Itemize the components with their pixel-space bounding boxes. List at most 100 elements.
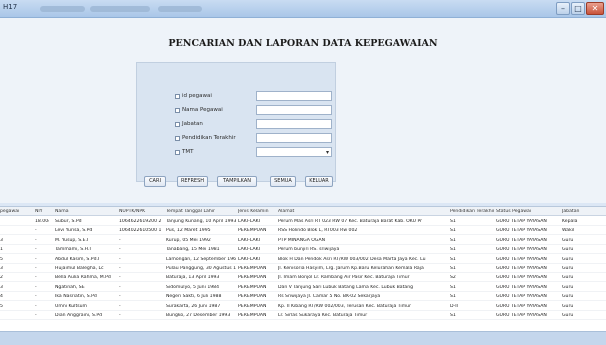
title-blur-segment	[158, 6, 202, 12]
table-cell: LAKI-LAKI	[238, 247, 261, 253]
filter-pendidikan-terakhir[interactable]: Pendidikan Terakhir	[175, 135, 236, 141]
keluar-button[interactable]: KELUAR	[305, 176, 333, 187]
filter-label: Jabatan	[182, 121, 203, 127]
table-row[interactable]: 3 - Ngatinah, SE - Sidomulyo, 5 Juni 1984 PER…	[0, 283, 606, 292]
column-header[interactable]: Jabatan	[562, 209, 606, 214]
table-cell: Levi Yurisa, S.Pd	[55, 228, 93, 234]
table-cell: PEREMPUAN	[238, 275, 267, 281]
table-cell: 1	[0, 247, 3, 253]
cari-button[interactable]: CARI	[144, 176, 166, 187]
table-row[interactable]: 3 - M. Yusup, S.E.I - Kurup, 05 Mei 1992 LAKI…	[0, 236, 606, 245]
table-row[interactable]: 18.004 Subur, S.Pd 1064622619200 2 Tanjung …	[0, 217, 606, 226]
table-cell: S1	[450, 219, 456, 224]
table-cell: Kurup, 05 Mei 1992	[166, 237, 211, 243]
column-header[interactable]: Pendidikan Terakhir	[450, 209, 494, 214]
table-cell: PEREMPUAN	[238, 284, 267, 290]
table-cell: LAKI-LAKI	[238, 237, 261, 243]
table-cell: GURU TETAP YAYASAN	[496, 313, 547, 318]
table-cell: S1	[450, 266, 456, 271]
maximize-button[interactable]: □	[571, 2, 585, 15]
table-cell: GURU TETAP YAYASAN	[496, 275, 547, 281]
table-cell: -	[119, 247, 121, 253]
title-blur-segment	[90, 6, 150, 12]
tampilkan-button[interactable]: TAMPILKAN	[217, 176, 257, 187]
table-row[interactable]: 5 - Umni Kultsum - Surakarta, 26 Juni 1987 PE…	[0, 302, 606, 311]
table-cell: Negeri Sakti, 6 Juli 1988	[166, 294, 222, 300]
table-cell: GURU TETAP YAYASAN	[496, 228, 547, 234]
table-cell: RSS Holindo Blok L, RT003 Rw 002	[278, 228, 358, 234]
table-cell: 5	[0, 256, 3, 262]
table-row[interactable]: 5 - Abdul Kasim, S.Pd.I - Lamongan, 12 Septe…	[0, 255, 606, 264]
checkbox[interactable]	[175, 93, 180, 99]
table-row[interactable]: 1 - Tammami, S.H.I - Tanabang, 15 Mei 1981 LA…	[0, 245, 606, 255]
table-cell: S1	[450, 228, 456, 234]
table-cell: GURU TETAP YAYASAN	[496, 219, 547, 224]
table-cell: Jl. Kenisoria Hasyim, Lrg. Jarum Kp.Baru…	[278, 266, 424, 271]
column-header[interactable]: Nama	[55, 209, 115, 214]
filter-tmt[interactable]: TMT	[175, 149, 193, 155]
minimize-button[interactable]: –	[556, 2, 570, 15]
nama-pegawai-input[interactable]	[256, 105, 332, 115]
checkbox[interactable]	[175, 107, 180, 113]
table-cell: Guru	[562, 247, 574, 253]
column-header[interactable]: NUPTK/NPK	[119, 209, 161, 214]
refresh-button[interactable]: REFRESH	[177, 176, 208, 187]
table-cell: 3	[0, 284, 3, 290]
table-cell: Subur, S.Pd	[55, 219, 82, 224]
close-button[interactable]: ✕	[586, 2, 604, 15]
table-cell: -	[119, 284, 121, 290]
table-cell: D-II	[450, 303, 458, 309]
table-row[interactable]: - Dian Anggraini, S.Pd - Bungko, 27 Desembe…	[0, 311, 606, 320]
window-title: H17	[3, 3, 18, 11]
id-pegawai-input[interactable]	[256, 91, 332, 101]
table-cell: -	[35, 275, 37, 281]
column-header[interactable]: Jenis Kelamin	[238, 209, 274, 214]
table-cell: Sidomulyo, 5 Juni 1984	[166, 284, 220, 290]
table-cell: S1	[450, 313, 456, 318]
table-cell: 3	[0, 237, 3, 243]
filter-jabatan[interactable]: Jabatan	[175, 121, 203, 127]
table-cell: Dian Anggraini, S.Pd	[55, 313, 103, 318]
pendidikan-terakhir-input[interactable]	[256, 133, 332, 143]
table-cell: Guru	[562, 275, 574, 281]
table-cell: 1064622619200 2	[119, 219, 161, 224]
table-cell: Ngatinah, SE	[55, 284, 85, 290]
table-cell: -	[119, 266, 121, 271]
table-row[interactable]: 4 - Ika Nasriatin, S.Pd - Negeri Sakti, 6 Ju…	[0, 292, 606, 302]
table-cell: Perum bunjiri RS. sriwijaya	[278, 247, 340, 253]
table-row[interactable]: - Levi Yurisa, S.Pd 1064022610500 1 Pus, 12…	[0, 226, 606, 236]
checkbox[interactable]	[175, 121, 180, 127]
checkbox[interactable]	[175, 135, 180, 141]
column-header[interactable]: Status Pegawai	[496, 209, 558, 214]
table-cell: Guru	[562, 256, 574, 262]
table-cell: -	[119, 256, 121, 262]
tmt-dropdown[interactable]: ▾	[256, 147, 332, 157]
table-cell: GURU TETAP YAYASAN	[496, 247, 547, 253]
chevron-down-icon[interactable]: ▾	[326, 148, 329, 157]
column-header[interactable]: NIY	[35, 209, 49, 214]
column-header[interactable]: Alamat	[278, 209, 448, 214]
jabatan-input[interactable]	[256, 119, 332, 129]
table-row[interactable]: 2 - Bella Aulia Rahma, M.Pd - Baturaja, 13 A…	[0, 273, 606, 283]
filter-nama-pegawai[interactable]: Nama Pegawai	[175, 107, 223, 113]
filter-id-pegawai[interactable]: id pegawai	[175, 93, 212, 99]
table-cell: -	[35, 294, 37, 300]
table-cell: PEREMPUAN	[238, 303, 267, 309]
table-cell: Pus, 12 Maret 1995	[166, 228, 211, 234]
table-cell: PEREMPUAN	[238, 313, 267, 318]
table-cell: 18.004	[35, 219, 49, 224]
table-cell: Blok H Dan Pendok Asri RT/RW 003/002 Des…	[278, 256, 426, 262]
table-cell: Ika Nasriatin, S.Pd	[55, 294, 97, 300]
checkbox[interactable]	[175, 149, 180, 155]
table-row[interactable]: 3 - Hujaimul Balegha, Lc - Pulau Panggung, 3…	[0, 264, 606, 273]
table-cell: GURU TETAP YAYASAN	[496, 284, 547, 290]
table-cell: Hujaimul Balegha, Lc	[55, 266, 104, 271]
column-header[interactable]: Tempat Tanggal Lahir	[166, 209, 236, 214]
table-cell: -	[119, 294, 121, 300]
window-titlebar: H17 – □ ✕	[0, 0, 606, 18]
table-cell: S2	[450, 275, 456, 281]
table-cell: S1	[450, 284, 456, 290]
page-title: PENCARIAN DAN LAPORAN DATA KEPEGAWAIAN	[168, 38, 438, 49]
column-header[interactable]: pegawai	[0, 209, 30, 214]
semua-button[interactable]: SEMUA	[270, 176, 296, 187]
